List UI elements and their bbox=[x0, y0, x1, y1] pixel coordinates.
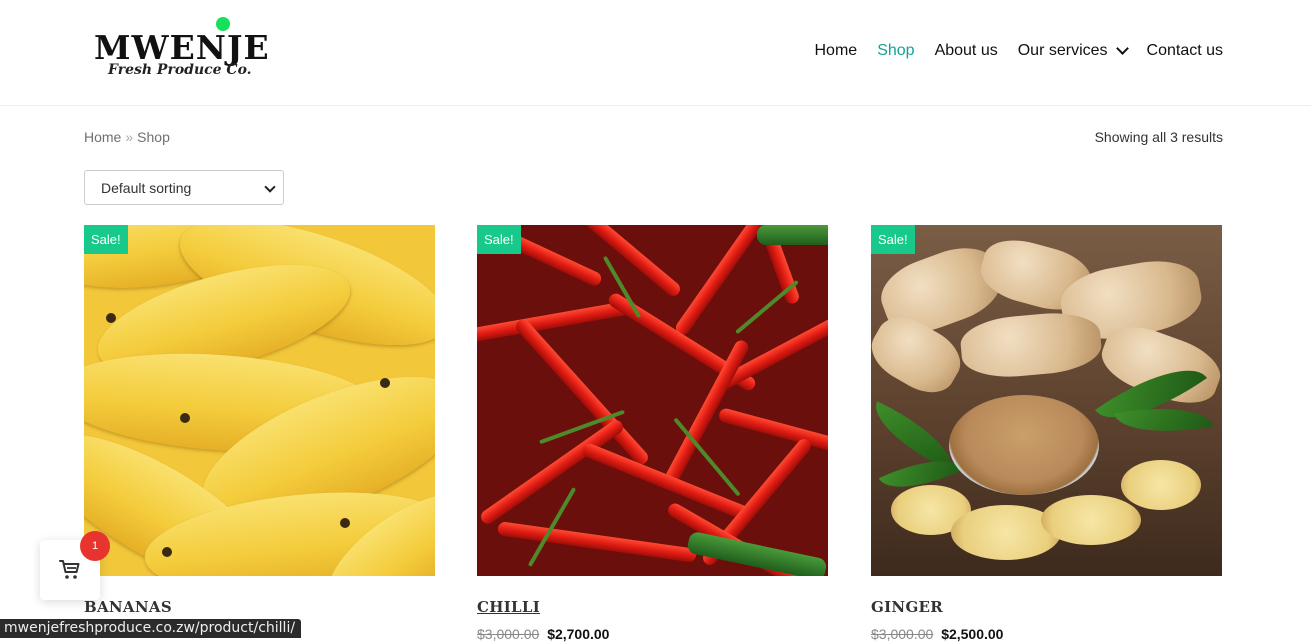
cart-icon bbox=[59, 560, 80, 579]
sorting-selected-value: Default sorting bbox=[101, 179, 192, 196]
chevron-down-icon bbox=[264, 181, 276, 193]
site-header: MWENJE Fresh Produce Co. Home Shop About… bbox=[0, 0, 1311, 106]
banana-tip bbox=[340, 518, 350, 528]
nav-contact-us[interactable]: Contact us bbox=[1147, 42, 1223, 60]
nav-about-us[interactable]: About us bbox=[935, 42, 998, 60]
nav-shop[interactable]: Shop bbox=[877, 42, 914, 60]
nav-home[interactable]: Home bbox=[815, 42, 858, 60]
breadcrumb-current: Shop bbox=[137, 129, 170, 145]
ginger-root bbox=[958, 309, 1104, 381]
sale-badge: Sale! bbox=[871, 225, 915, 254]
ginger-powder-bowl bbox=[949, 395, 1099, 495]
product-image-chilli[interactable]: Sale! bbox=[477, 225, 828, 576]
status-bar-url: mwenjefreshproduce.co.zw/product/chilli/ bbox=[0, 619, 302, 638]
site-logo[interactable]: MWENJE Fresh Produce Co. bbox=[92, 16, 269, 86]
logo-tagline: Fresh Produce Co. bbox=[108, 62, 252, 78]
ginger-slice bbox=[1041, 495, 1141, 545]
nav-our-services[interactable]: Our services bbox=[1017, 42, 1129, 60]
product-title[interactable]: CHILLI bbox=[477, 598, 828, 616]
main-nav: Home Shop About us Our services Contact … bbox=[795, 42, 1224, 60]
green-chilli-shape bbox=[686, 530, 828, 576]
result-count: Showing all 3 results bbox=[1094, 129, 1223, 145]
chilli-shape bbox=[478, 417, 626, 527]
chevron-down-icon bbox=[1115, 42, 1129, 55]
chilli-shape bbox=[673, 225, 771, 338]
breadcrumb-home[interactable]: Home bbox=[84, 129, 121, 145]
green-chilli-shape bbox=[757, 225, 828, 245]
product-title[interactable]: BANANAS bbox=[84, 598, 435, 616]
product-image-bananas[interactable]: Sale! bbox=[84, 225, 435, 576]
sorting-select[interactable]: Default sorting bbox=[84, 170, 284, 205]
chilli-shape bbox=[717, 407, 828, 457]
chilli-stem bbox=[735, 279, 799, 335]
nav-our-services-label: Our services bbox=[1017, 42, 1108, 59]
sale-badge: Sale! bbox=[477, 225, 521, 254]
banana-tip bbox=[162, 547, 172, 557]
product-title[interactable]: GINGER bbox=[871, 598, 1222, 616]
product-card: Sale! GINGER $3,000.00 $2,500.00 bbox=[871, 225, 1222, 642]
breadcrumb: Home» Shop bbox=[84, 129, 170, 145]
banana-tip bbox=[180, 413, 190, 423]
banana-tip bbox=[106, 313, 116, 323]
sale-badge: Sale! bbox=[84, 225, 128, 254]
product-card: Sale! BANANAS bbox=[84, 225, 435, 616]
banana-tip bbox=[380, 378, 390, 388]
product-image-ginger[interactable]: Sale! bbox=[871, 225, 1222, 576]
chilli-shape bbox=[496, 521, 698, 563]
product-card: Sale! CHILLI $3,000.00 $2,700.00 bbox=[477, 225, 828, 642]
cart-count-badge: 1 bbox=[80, 531, 110, 561]
breadcrumb-separator: » bbox=[125, 129, 134, 145]
ginger-slice bbox=[1121, 460, 1201, 510]
